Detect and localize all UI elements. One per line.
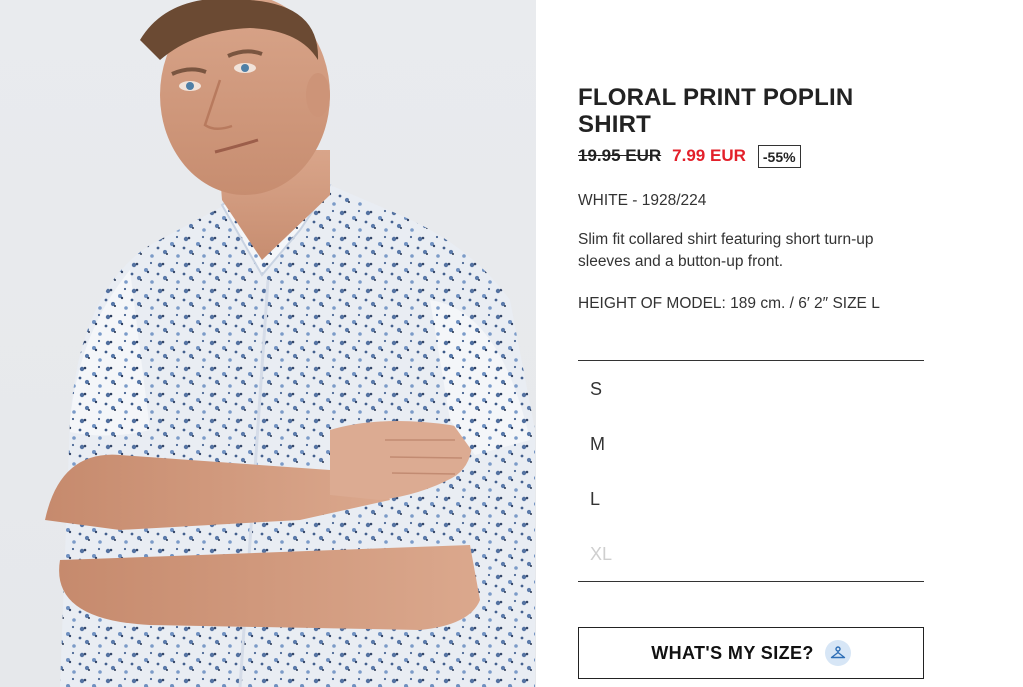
color-reference: WHITE - 1928/224 bbox=[578, 192, 707, 209]
product-info-panel: FLORAL PRINT POPLIN SHIRT 19.95 EUR 7.99… bbox=[578, 0, 924, 687]
product-description: Slim fit collared shirt featuring short … bbox=[578, 231, 874, 270]
price-row: 19.95 EUR 7.99 EUR -55% bbox=[578, 143, 801, 169]
whats-my-size-label: WHAT'S MY SIZE? bbox=[651, 642, 814, 663]
size-option-s[interactable]: S bbox=[590, 379, 602, 400]
hanger-icon bbox=[824, 640, 851, 666]
whats-my-size-button[interactable]: WHAT'S MY SIZE? bbox=[578, 627, 924, 679]
original-price: 19.95 EUR bbox=[578, 146, 662, 165]
size-option-l[interactable]: L bbox=[590, 489, 600, 510]
size-selector: S M L XL bbox=[578, 360, 924, 582]
size-option-m[interactable]: M bbox=[590, 434, 605, 455]
model-info: HEIGHT OF MODEL: 189 cm. / 6′ 2″ SIZE L bbox=[578, 295, 880, 312]
product-image[interactable] bbox=[0, 0, 536, 687]
size-option-xl-unavailable: XL bbox=[590, 544, 613, 564]
sale-price: 7.99 EUR bbox=[672, 146, 746, 165]
product-title: FLORAL PRINT POPLIN SHIRT bbox=[578, 84, 854, 138]
model-photo bbox=[45, 0, 535, 687]
discount-badge: -55% bbox=[757, 144, 801, 168]
